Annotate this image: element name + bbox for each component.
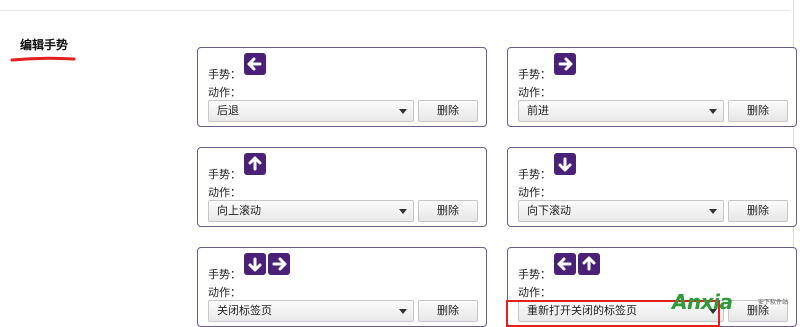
action-select-value: 重新打开关闭的标签页 [527,304,637,317]
gesture-card: 手势： 动作： 关闭标签页 删除 [197,247,487,327]
arrow-up-icon [244,153,266,175]
action-label: 动作： [518,186,551,199]
delete-button[interactable]: 删除 [418,200,478,222]
top-divider [0,10,790,11]
chevron-down-icon [399,109,407,114]
action-select[interactable]: 后退 [208,100,414,122]
action-label: 动作： [208,86,241,99]
chevron-down-icon [709,109,717,114]
action-label: 动作： [518,86,551,99]
action-label: 动作： [208,186,241,199]
action-select-value: 后退 [217,104,239,117]
action-label: 动作： [518,286,551,299]
arrow-down-icon [554,153,576,175]
arrow-left-icon [244,53,266,75]
gesture-icons [244,53,266,75]
gesture-label: 手势： [518,168,551,181]
chevron-down-icon [399,309,407,314]
delete-button[interactable]: 删除 [728,200,788,222]
arrow-down-icon [244,253,266,275]
gesture-card: 手势： 动作： 重新打开关闭的标签页 删除 [507,247,797,327]
gesture-card: 手势： 动作： 后退 删除 [197,47,487,127]
delete-button[interactable]: 删除 [418,100,478,122]
action-select-value: 向上滚动 [217,204,261,217]
delete-button[interactable]: 删除 [728,100,788,122]
action-select-value: 关闭标签页 [217,304,272,317]
section-title: 编辑手势 [20,38,69,52]
chevron-down-icon [399,209,407,214]
gesture-card: 手势： 动作： 前进 删除 [507,47,797,127]
gesture-label: 手势： [208,168,241,181]
gesture-label: 手势： [208,68,241,81]
gesture-icons [554,253,600,275]
gesture-label: 手势： [518,68,551,81]
arrow-left-icon [554,253,576,275]
arrow-right-icon [268,253,290,275]
action-select[interactable]: 向下滚动 [518,200,724,222]
title-underline [10,56,76,62]
action-select-value: 向下滚动 [527,204,571,217]
gesture-label: 手势： [208,268,241,281]
gesture-card: 手势： 动作： 向上滚动 删除 [197,147,487,227]
watermark-subtitle: 安下软件站 [758,299,789,306]
watermark-logo: Anxia [672,290,733,314]
action-select[interactable]: 向上滚动 [208,200,414,222]
action-label: 动作： [208,286,241,299]
chevron-down-icon [709,209,717,214]
action-select[interactable]: 前进 [518,100,724,122]
gesture-icons [554,53,576,75]
action-select-value: 前进 [527,104,549,117]
gesture-icons [554,153,576,175]
gesture-icons [244,153,266,175]
gesture-label: 手势： [518,268,551,281]
gesture-card: 手势： 动作： 向下滚动 删除 [507,147,797,227]
action-select[interactable]: 关闭标签页 [208,300,414,322]
delete-button[interactable]: 删除 [418,300,478,322]
arrow-up-icon [578,253,600,275]
gesture-icons [244,253,290,275]
arrow-right-icon [554,53,576,75]
